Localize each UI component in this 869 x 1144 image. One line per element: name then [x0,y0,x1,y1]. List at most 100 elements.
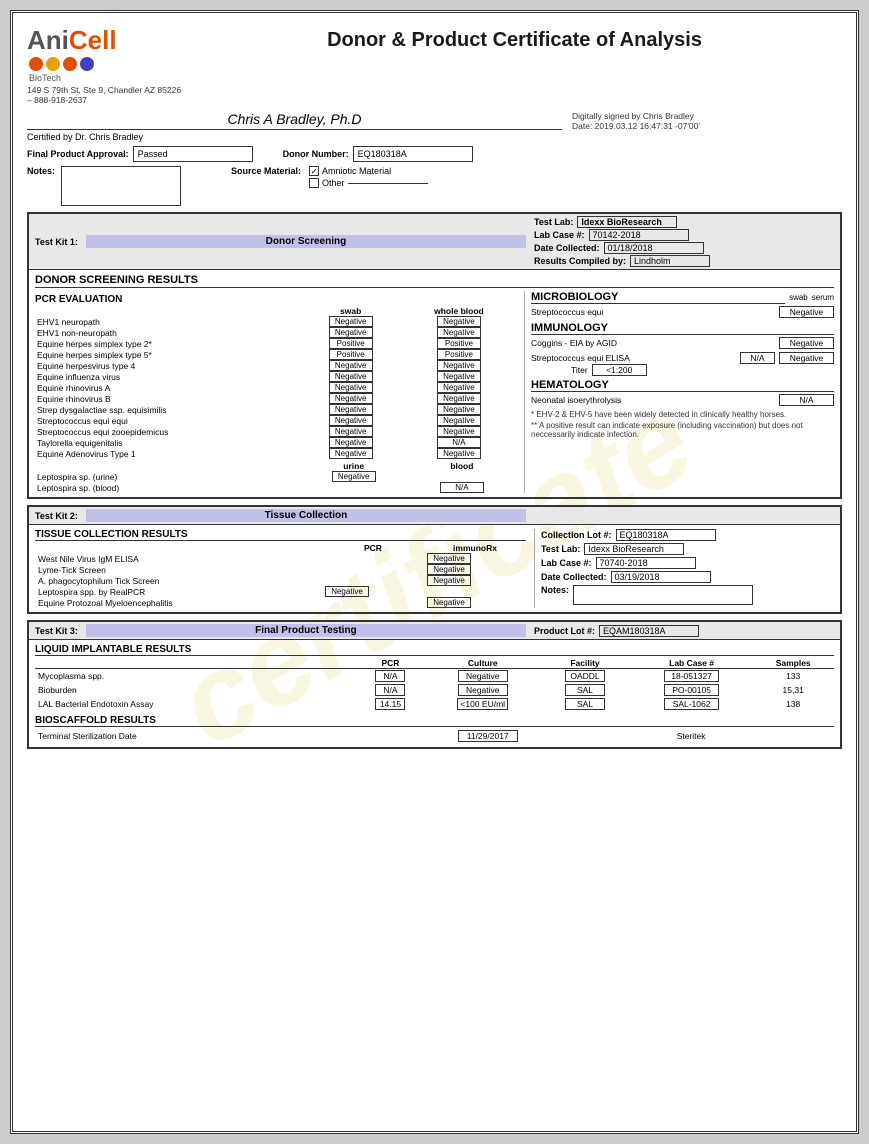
pcr-row: EHV1 neuropath Negative Negative [35,316,516,327]
kit2-lot-value: EQ180318A [616,529,716,541]
logo-icon-1 [29,57,43,71]
pcr-row: EHV1 non-neuropath Negative Negative [35,327,516,338]
kit3-lot-value: EQAM180318A [599,625,699,637]
footnote1: * EHV-2 & EHV-5 have been widely detecte… [531,410,834,419]
cb-amniotic [309,166,319,176]
kit2-case-value: 70740-2018 [596,557,696,569]
cb-other [309,178,319,188]
pcr-table: swab whole blood EHV1 neuropath Negative… [35,306,516,459]
neonatal-value: N/A [779,394,834,406]
sterilization-row: Terminal Sterilization Date 11/29/2017 S… [35,729,834,743]
checkbox-other: Other [309,178,428,188]
coggins-label: Coggins - EIA by AGID [531,338,775,348]
immunology-title: IMMUNOLOGY [531,322,834,335]
pcr-row: Streptococcus equi zooepidemicus Negativ… [35,426,516,437]
leptospira-table: urine blood Leptospira sp. (urine) Negat… [35,461,516,493]
strep-equi-label: Streptococcus equi [531,307,775,317]
sterilization-value: 11/29/2017 [458,730,518,742]
pcr-row: Equine influenza virus Negative Negative [35,371,516,382]
kit2-results-title: TISSUE COLLECTION RESULTS [35,529,526,541]
footnote2: ** A positive result can indicate exposu… [531,421,834,439]
donor-number-value: EQ180318A [353,146,473,162]
logo-icons [29,57,187,71]
final-product-value: Passed [133,146,253,162]
bioscaffold-title: BIOSCAFFOLD RESULTS [35,715,834,727]
fp-table: PCR Culture Facility Lab Case # Samples … [35,658,834,711]
lept-row: Leptospira sp. (blood) N/A [35,482,516,493]
tc-table: PCR immunoRx West Nile Virus IgM ELISANe… [35,543,526,608]
kit2-section: Test Kit 2: Tissue Collection placeholde… [27,505,842,614]
source-material: Amniotic Material Other [309,166,428,188]
tc-tbody: West Nile Virus IgM ELISANegativeLyme-Ti… [35,553,526,608]
kit1-results-title: DONOR SCREENING RESULTS [35,274,834,288]
kit1-header: Test Kit 1: Donor Screening Test Lab: Id… [29,214,840,270]
lept-row: Leptospira sp. (urine) Negative [35,471,516,482]
micro-title: MICROBIOLOGY [531,291,785,304]
tc-row: Lyme-Tick ScreenNegative [35,564,526,575]
cert-digital: Digitally signed by Chris Bradley Date: … [562,111,842,131]
logo-area: AniCell BioTech 149 S 79th St, Ste 9, Ch… [27,25,187,105]
kit2-lab-value: Idexx BioResearch [584,543,684,555]
strep-equi-swab: Negative [779,306,834,318]
pcr-tbody: EHV1 neuropath Negative Negative EHV1 no… [35,316,516,459]
pcr-row: Equine herpes simplex type 5* Positive P… [35,349,516,360]
logo-icon-3 [63,57,77,71]
logo-ani: Ani [27,25,69,55]
bioscaffold-table: Terminal Sterilization Date 11/29/2017 S… [35,729,834,743]
pcr-row: Taylorella equigenitalis Negative N/A [35,437,516,448]
kit1-date-value: 01/18/2018 [604,242,704,254]
strep-elisa-col1: N/A [740,352,775,364]
kit2-notes-value [573,585,753,605]
strep-elisa-col2: Negative [779,352,834,364]
notes-value [61,166,181,206]
strep-elisa-label: Streptococcus equi ELISA [531,353,736,363]
lept-tbody: Leptospira sp. (urine) Negative Leptospi… [35,471,516,493]
tc-row: Equine Protozoal MyeloencephalitisNegati… [35,597,526,608]
tc-row: A. phagocytophilum Tick ScreenNegative [35,575,526,586]
logo-biotech: BioTech [29,73,187,83]
header: AniCell BioTech 149 S 79th St, Ste 9, Ch… [27,25,842,105]
kit3-section: Test Kit 3: Final Product Testing Produc… [27,620,842,749]
certified-by: Certified by Dr. Chris Bradley [27,132,562,142]
kit2-date-value: 03/19/2018 [611,571,711,583]
logo-cell: Cell [69,25,117,55]
donor-number-field: Donor Number: EQ180318A [283,146,473,162]
cert-row: Chris A Bradley, Ph.D Certified by Dr. C… [27,111,842,142]
pcr-row: Equine rhinovirus B Negative Negative [35,393,516,404]
kit1-compiled-value: Lindholm [630,255,710,267]
fp-row: Mycoplasma spp. N/A Negative OADDL 18-05… [35,669,834,684]
pcr-row: Equine herpesvirus type 4 Negative Negat… [35,360,516,371]
logo-name: AniCell [27,25,187,56]
logo-address: 149 S 79th St, Ste 9, Chandler AZ 85226 … [27,85,187,105]
kit1-lab-value: Idexx BioResearch [577,216,677,228]
titer-value: <1:200 [592,364,647,376]
notes-area: Notes: [27,166,181,206]
source-material-label: Source Material: [231,166,301,176]
tc-row: West Nile Virus IgM ELISANegative [35,553,526,564]
signature: Chris A Bradley, Ph.D [27,111,562,130]
final-product-field: Final Product Approval: Passed [27,146,253,162]
fp-row: LAL Bacterial Endotoxin Assay 14.15 <100… [35,697,834,711]
kit3-header: Test Kit 3: Final Product Testing Produc… [29,622,840,640]
neonatal-label: Neonatal isoerythrolysis [531,395,775,405]
pcr-row: Strep dysgalactiae ssp. equisimilis Nega… [35,404,516,415]
kit1-section: Test Kit 1: Donor Screening Test Lab: Id… [27,212,842,499]
checkbox-amniotic: Amniotic Material [309,166,428,176]
kit1-case-value: 70142-2018 [589,229,689,241]
page-title: Donor & Product Certificate of Analysis [187,25,842,52]
tc-row: Leptospira spp. by RealPCRNegative [35,586,526,597]
fp-tbody: Mycoplasma spp. N/A Negative OADDL 18-05… [35,669,834,712]
pcr-row: Equine Adenovirus Type 1 Negative Negati… [35,448,516,459]
logo-icon-4 [80,57,94,71]
pcr-row: Equine rhinovirus A Negative Negative [35,382,516,393]
titer-label: Titer [571,365,588,375]
logo-icon-2 [46,57,60,71]
hematology-title: HEMATOLOGY [531,379,834,392]
pcr-row: Streptococcus equi equi Negative Negativ… [35,415,516,426]
sterilization-label: Terminal Sterilization Date [35,729,355,743]
kit2-header: Test Kit 2: Tissue Collection placeholde… [29,507,840,525]
other-line [348,183,428,184]
sterilization-facility: Steritek [677,731,706,741]
coggins-value: Negative [779,337,834,349]
kit3-results-title: LIQUID IMPLANTABLE RESULTS [35,644,834,656]
